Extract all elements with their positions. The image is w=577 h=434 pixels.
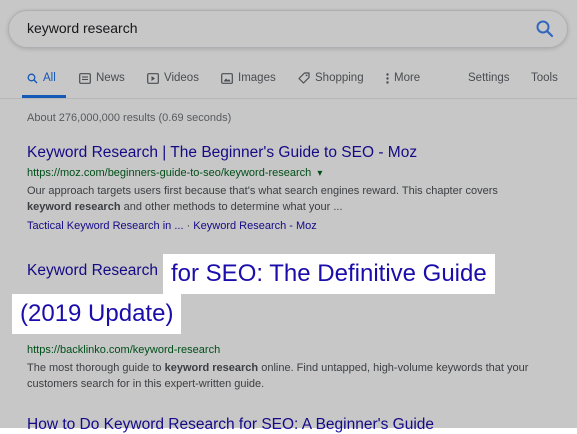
search-tabs: All News Videos Images Shopping More Set… xyxy=(0,68,577,98)
more-icon xyxy=(386,72,389,84)
video-icon xyxy=(147,72,159,84)
tab-images[interactable]: Images xyxy=(221,72,276,84)
sitelink-separator: · xyxy=(183,220,194,232)
image-icon xyxy=(221,72,233,84)
tab-tools[interactable]: Tools xyxy=(531,72,558,84)
result-title-link[interactable]: Keyword Research xyxy=(27,262,158,280)
tab-label: Images xyxy=(238,72,276,84)
search-icon[interactable] xyxy=(535,19,555,39)
snippet-bold: keyword research xyxy=(164,362,259,374)
snippet-text: and other methods to determine what your… xyxy=(120,201,343,213)
sitelinks: Tactical Keyword Research in ... · Keywo… xyxy=(27,220,317,232)
search-input[interactable] xyxy=(27,20,507,36)
tools-label: Tools xyxy=(531,72,558,84)
snippet-text: The most thorough guide to xyxy=(27,362,165,374)
search-icon xyxy=(27,73,38,84)
result-title-link[interactable]: How to Do Keyword Research for SEO: A Be… xyxy=(27,416,434,434)
tabs-divider xyxy=(0,98,577,99)
snippet-line: The most thorough guide to keyword resea… xyxy=(27,360,567,376)
result-url[interactable]: https://moz.com/beginners-guide-to-seo/k… xyxy=(27,167,322,179)
tab-shopping[interactable]: Shopping xyxy=(298,72,364,84)
sitelink[interactable]: Tactical Keyword Research in ... xyxy=(27,220,184,232)
tab-label: Shopping xyxy=(315,72,364,84)
result-snippet: Our approach targets users first because… xyxy=(27,183,567,215)
snippet-line: Our approach targets users first because… xyxy=(27,185,498,197)
snippet-line: keyword research and other methods to de… xyxy=(27,199,567,215)
result-stats: About 276,000,000 results (0.69 seconds) xyxy=(27,112,232,124)
result-url[interactable]: https://backlinko.com/keyword-research xyxy=(27,344,220,356)
title-highlight-line2: (2019 Update) xyxy=(12,294,182,334)
snippet-text: online. Find untapped, high-volume keywo… xyxy=(258,362,529,374)
search-box[interactable] xyxy=(8,10,568,48)
tab-label: News xyxy=(96,72,125,84)
result-title-link[interactable]: Keyword Research | The Beginner's Guide … xyxy=(27,144,417,162)
snippet-line: customers search for in this expert-writ… xyxy=(27,378,265,390)
tag-icon xyxy=(298,72,310,84)
news-icon xyxy=(79,72,91,84)
tab-settings[interactable]: Settings xyxy=(468,72,510,84)
chevron-down-icon[interactable]: ▾ xyxy=(317,168,322,179)
tab-label: Videos xyxy=(164,72,199,84)
result-snippet: The most thorough guide to keyword resea… xyxy=(27,360,567,392)
tab-all[interactable]: All xyxy=(27,72,56,84)
tab-news[interactable]: News xyxy=(79,72,125,84)
sitelink[interactable]: Keyword Research - Moz xyxy=(193,220,317,232)
title-highlight-line1: for SEO: The Definitive Guide xyxy=(163,254,495,294)
tab-label: All xyxy=(43,72,56,84)
settings-label: Settings xyxy=(468,72,510,84)
tab-videos[interactable]: Videos xyxy=(147,72,199,84)
result-url-text: https://moz.com/beginners-guide-to-seo/k… xyxy=(27,167,312,179)
snippet-bold: keyword research xyxy=(27,201,121,213)
tab-more[interactable]: More xyxy=(386,72,420,84)
tab-label: More xyxy=(394,72,421,84)
